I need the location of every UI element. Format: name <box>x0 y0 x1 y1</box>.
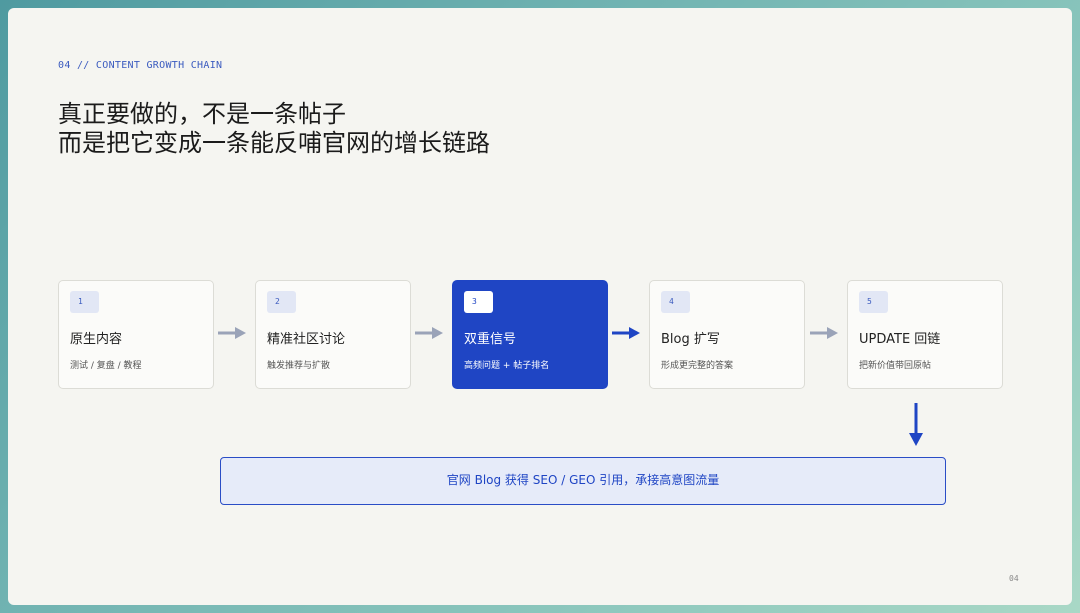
page-number: 04 <box>1009 574 1019 583</box>
step-number-badge: 1 <box>70 291 99 313</box>
step-number-badge: 3 <box>464 291 493 313</box>
step-number-badge: 4 <box>661 291 690 313</box>
arrow-right-icon <box>415 327 443 339</box>
step-card-3: 3 双重信号 高频问题 + 帖子排名 <box>452 280 608 389</box>
arrow-right-icon <box>612 327 640 339</box>
step-title: 双重信号 <box>464 332 517 347</box>
step-title: Blog 扩写 <box>661 332 720 347</box>
step-description: 形成更完整的答案 <box>661 361 734 371</box>
section-kicker: 04 // CONTENT GROWTH CHAIN <box>58 60 223 71</box>
arrow-down-icon <box>909 403 923 446</box>
step-description: 触发推荐与扩散 <box>267 361 331 371</box>
result-banner: 官网 Blog 获得 SEO / GEO 引用，承接高意图流量 <box>220 457 946 505</box>
step-description: 高频问题 + 帖子排名 <box>464 361 550 371</box>
step-card-5: 5 UPDATE 回链 把新价值带回原帖 <box>847 280 1003 389</box>
title-line-1: 真正要做的，不是一条帖子 <box>58 100 346 128</box>
step-description: 测试 / 复盘 / 教程 <box>70 361 142 371</box>
arrow-right-icon <box>810 327 838 339</box>
step-title: UPDATE 回链 <box>859 332 941 347</box>
step-card-4: 4 Blog 扩写 形成更完整的答案 <box>649 280 805 389</box>
step-title: 原生内容 <box>70 332 123 347</box>
step-description: 把新价值带回原帖 <box>859 361 932 371</box>
step-card-2: 2 精准社区讨论 触发推荐与扩散 <box>255 280 411 389</box>
step-number-badge: 5 <box>859 291 888 313</box>
slide-title: 真正要做的，不是一条帖子 而是把它变成一条能反哺官网的增长链路 <box>58 100 490 158</box>
title-line-2: 而是把它变成一条能反哺官网的增长链路 <box>58 129 490 157</box>
step-number-badge: 2 <box>267 291 296 313</box>
arrow-right-icon <box>218 327 246 339</box>
slide: 04 // CONTENT GROWTH CHAIN 真正要做的，不是一条帖子 … <box>8 8 1072 605</box>
step-title: 精准社区讨论 <box>267 332 346 347</box>
step-card-1: 1 原生内容 测试 / 复盘 / 教程 <box>58 280 214 389</box>
